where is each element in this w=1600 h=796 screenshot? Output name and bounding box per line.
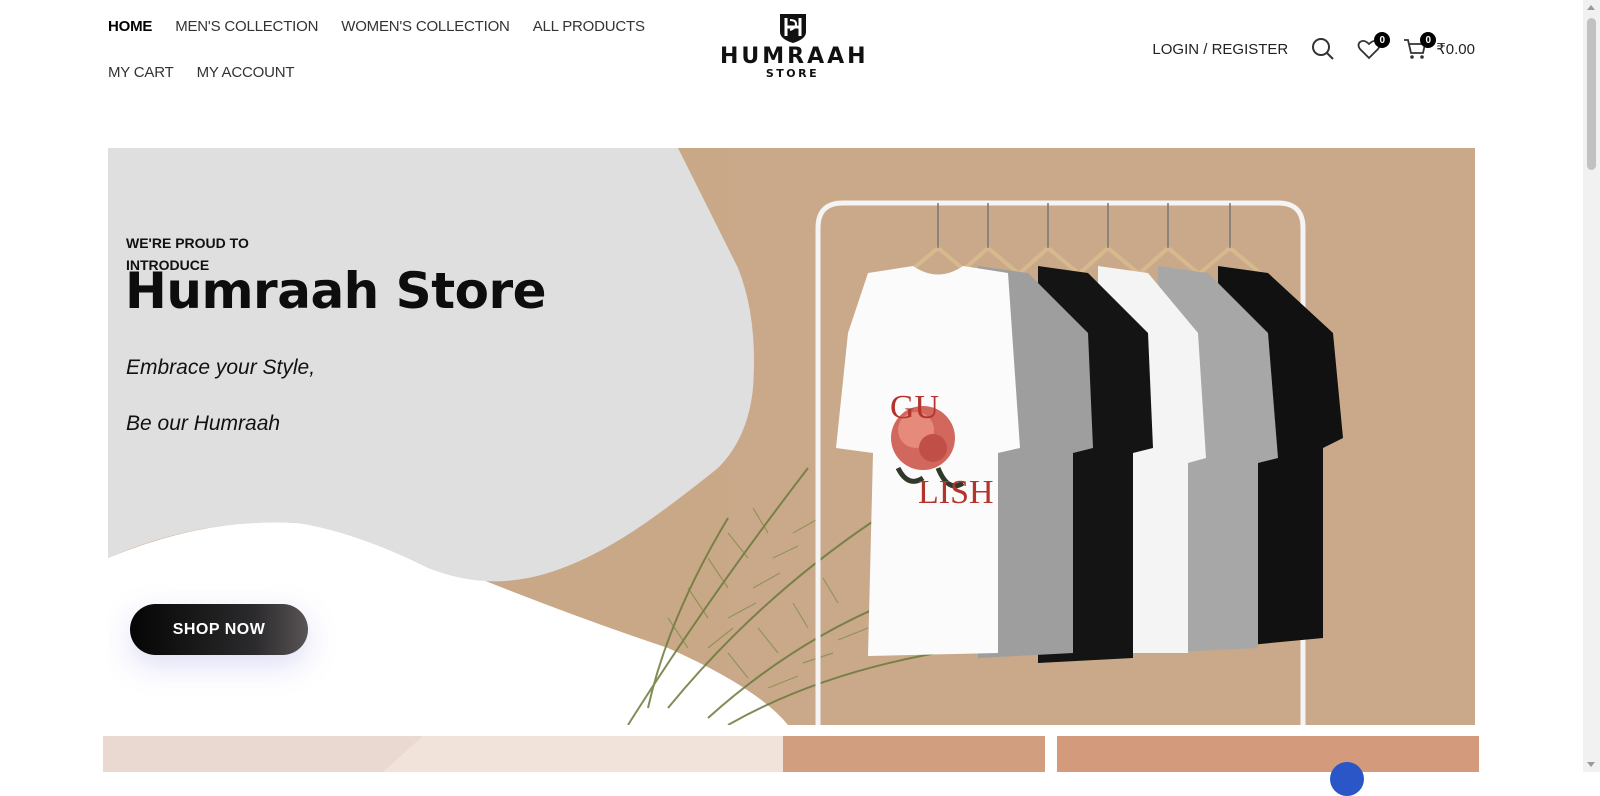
category-banner-3[interactable] xyxy=(1057,736,1479,796)
logo-subtitle: STORE xyxy=(765,67,820,80)
shop-now-button[interactable]: SHOP NOW xyxy=(130,604,308,655)
nav-womens-collection[interactable]: WOMEN'S COLLECTION xyxy=(341,18,510,35)
page-scrollbar[interactable] xyxy=(1583,0,1600,772)
wishlist-count-badge: 0 xyxy=(1374,32,1391,48)
hero-tagline-line-2: Be our Humraah xyxy=(126,412,281,435)
svg-text:LISH: LISH xyxy=(918,474,994,511)
nav-my-cart[interactable]: MY CART xyxy=(108,64,174,81)
nav-row-secondary: MY CART MY ACCOUNT xyxy=(108,64,294,81)
nav-my-account[interactable]: MY ACCOUNT xyxy=(197,64,295,81)
svg-text:GU: GU xyxy=(890,389,939,426)
cart-total[interactable]: ₹0.00 xyxy=(1436,40,1475,58)
category-banner-2[interactable] xyxy=(783,736,1045,772)
search-icon[interactable] xyxy=(1310,36,1336,62)
logo-mark-icon xyxy=(779,14,806,43)
login-register-link[interactable]: LOGIN / REGISTER xyxy=(1152,41,1288,58)
scroll-up-arrow-icon[interactable] xyxy=(1587,5,1595,10)
site-logo[interactable]: HUMRAAH STORE xyxy=(720,12,869,88)
header-actions: LOGIN / REGISTER 0 0 ₹0.00 xyxy=(1152,32,1475,62)
nav-all-products[interactable]: ALL PRODUCTS xyxy=(533,18,645,35)
cart-button[interactable]: 0 xyxy=(1402,32,1437,62)
cart-count-badge: 0 xyxy=(1420,32,1437,48)
logo-name: HUMRAAH xyxy=(720,44,869,69)
nav-mens-collection[interactable]: MEN'S COLLECTION xyxy=(175,18,318,35)
hero-banner: GU LISH WE'RE PROUD TO INTRODUCE Humraah… xyxy=(108,148,1475,725)
hero-illustration: GU LISH xyxy=(108,148,1475,725)
scroll-thumb[interactable] xyxy=(1587,18,1596,170)
category-banner-1[interactable] xyxy=(103,736,783,772)
hero-tagline-line-1: Embrace your Style, xyxy=(126,356,316,379)
hero-title: Humraah Store xyxy=(125,262,547,320)
nav-home[interactable]: HOME xyxy=(108,18,152,35)
wishlist-button[interactable]: 0 xyxy=(1356,32,1391,62)
scroll-down-arrow-icon[interactable] xyxy=(1587,762,1595,767)
nav-row-primary: HOME MEN'S COLLECTION WOMEN'S COLLECTION… xyxy=(108,18,645,35)
